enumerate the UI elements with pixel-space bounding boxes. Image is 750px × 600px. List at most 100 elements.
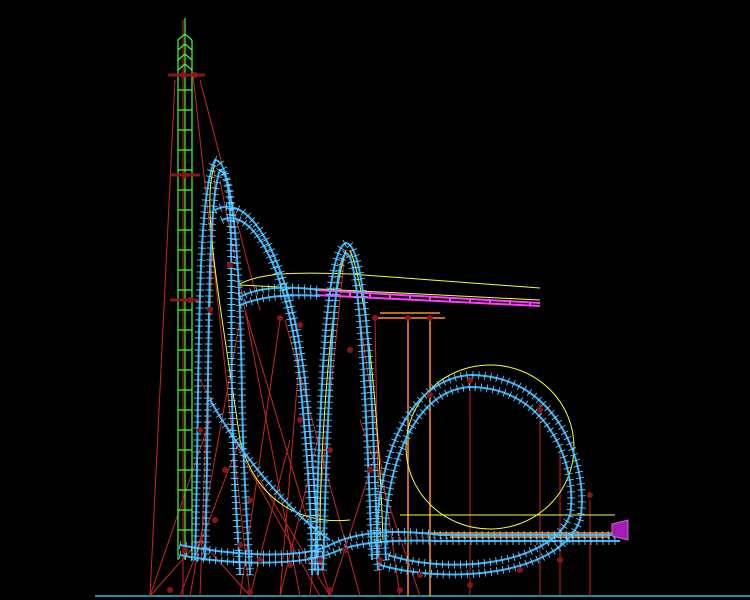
track-rung bbox=[321, 335, 330, 337]
track-rung bbox=[303, 467, 312, 469]
support-joint bbox=[427, 315, 433, 321]
track-rung bbox=[299, 413, 308, 415]
track-rung bbox=[226, 557, 229, 566]
track-rung bbox=[433, 530, 436, 539]
track-rung bbox=[466, 371, 468, 380]
track-rung bbox=[295, 371, 304, 374]
track-rung bbox=[412, 567, 415, 576]
track-rung bbox=[358, 350, 367, 352]
track-rung bbox=[320, 341, 329, 343]
support-joint bbox=[537, 407, 543, 413]
track-rung bbox=[490, 567, 493, 576]
track-rung bbox=[298, 548, 301, 557]
track-rung bbox=[423, 558, 426, 567]
track-rung bbox=[244, 544, 253, 546]
track-rung bbox=[576, 483, 585, 485]
support-joint bbox=[467, 377, 473, 383]
track-rung bbox=[302, 449, 311, 451]
wireframe-scene bbox=[95, 18, 750, 597]
track-rung bbox=[373, 563, 382, 565]
track-rung bbox=[301, 443, 310, 445]
support-joint bbox=[227, 262, 233, 268]
track-rung bbox=[297, 395, 306, 397]
track-rung bbox=[245, 556, 254, 558]
track-rung bbox=[359, 362, 368, 364]
track-rung bbox=[386, 537, 388, 546]
track-rung bbox=[577, 507, 586, 509]
track-rung bbox=[202, 193, 211, 196]
track-rung bbox=[232, 256, 242, 258]
track-rung bbox=[302, 455, 311, 457]
track-rung bbox=[380, 537, 382, 546]
track-rung bbox=[200, 211, 209, 213]
support-joint bbox=[327, 587, 333, 593]
support-joint bbox=[417, 572, 423, 578]
support-joint bbox=[222, 467, 228, 473]
support-joint bbox=[297, 322, 303, 328]
support-joint bbox=[517, 567, 523, 573]
track-rung bbox=[373, 515, 382, 517]
support-joint bbox=[347, 347, 353, 353]
support-joint bbox=[182, 547, 188, 553]
track-rung bbox=[298, 556, 301, 565]
track-rung bbox=[202, 554, 205, 563]
track-rung bbox=[484, 568, 487, 577]
support-joint bbox=[207, 307, 213, 313]
track-rung bbox=[214, 546, 217, 555]
track-rung bbox=[298, 407, 307, 409]
track-rung bbox=[356, 332, 365, 334]
track-rung bbox=[295, 377, 304, 379]
track-rung bbox=[210, 193, 219, 196]
track-rung bbox=[226, 548, 229, 557]
track-rung bbox=[208, 223, 217, 225]
track-rung bbox=[199, 223, 208, 225]
track-rung bbox=[381, 559, 391, 561]
support-joint bbox=[405, 315, 411, 321]
track-rung bbox=[234, 549, 243, 552]
track-rung bbox=[319, 359, 328, 361]
track-rung bbox=[233, 531, 242, 534]
track-rung bbox=[328, 341, 337, 343]
support-joint bbox=[277, 315, 283, 321]
track-rung bbox=[298, 401, 307, 403]
track-rung bbox=[477, 559, 480, 568]
track-rung bbox=[208, 217, 217, 219]
track-rung bbox=[198, 235, 207, 237]
station-platform bbox=[375, 312, 620, 596]
track-rung bbox=[220, 556, 223, 565]
support-joint bbox=[187, 297, 193, 303]
track-rung bbox=[243, 532, 252, 534]
track-rung bbox=[328, 335, 337, 337]
track-rung bbox=[354, 308, 363, 311]
track-rung bbox=[280, 292, 282, 301]
track-rung bbox=[244, 549, 247, 558]
support-joint bbox=[467, 582, 473, 588]
track-rung bbox=[435, 559, 438, 569]
track-rung bbox=[293, 359, 302, 362]
track-rung bbox=[472, 569, 474, 578]
support-joint bbox=[212, 517, 218, 523]
track-rung bbox=[292, 549, 295, 558]
support-joint bbox=[342, 547, 348, 553]
track-rung bbox=[274, 292, 276, 301]
track-rung bbox=[328, 329, 337, 331]
track-rung bbox=[478, 371, 480, 380]
track-rung bbox=[201, 205, 210, 208]
track bbox=[179, 158, 620, 576]
track-rung bbox=[354, 302, 363, 305]
track-rung bbox=[577, 489, 586, 491]
track-rung bbox=[329, 317, 338, 319]
train[interactable] bbox=[611, 519, 629, 541]
track-rung bbox=[201, 199, 210, 202]
track-rung bbox=[320, 347, 329, 349]
track-rung bbox=[576, 512, 586, 515]
track-rung bbox=[304, 479, 313, 481]
track-rung bbox=[421, 529, 423, 538]
support-joint bbox=[247, 497, 253, 503]
track-rung bbox=[483, 558, 486, 567]
support-joint bbox=[192, 72, 198, 78]
track-rung bbox=[321, 329, 330, 332]
track-rung bbox=[210, 199, 219, 202]
track-rung bbox=[430, 569, 432, 578]
coaster-3d-viewport[interactable] bbox=[0, 0, 750, 600]
